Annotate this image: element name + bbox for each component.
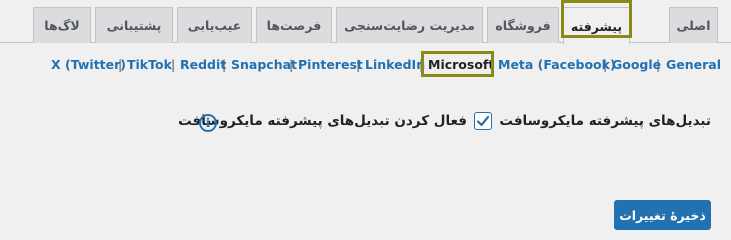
tab-consent-management[interactable]: مدیریت رضایت‌سنجی — [336, 7, 483, 43]
checkbox-label[interactable]: فعال کردن تبدیل‌های پیشرفته مایکروسافت — [178, 113, 467, 129]
enhanced-conversions-checkbox[interactable] — [474, 112, 492, 130]
tab-support[interactable]: پشتیبانی — [95, 7, 173, 43]
subnav-google[interactable]: Google — [612, 57, 661, 72]
save-changes-button[interactable]: ذخیرهٔ تغییرات — [614, 200, 711, 230]
subnav-tiktok[interactable]: TikTok — [127, 57, 172, 72]
tab-advanced[interactable]: پیشرفته — [563, 7, 630, 44]
subnav-x-twitter[interactable]: X (Twitter) — [51, 57, 126, 72]
settings-page: اصلی پیشرفته فروشگاه مدیریت رضایت‌سنجی ف… — [0, 0, 731, 230]
tab-logs[interactable]: لاگ‌ها — [33, 7, 91, 43]
sub-navigation: General | Google | Meta (Facebook) Micro… — [0, 57, 731, 75]
checkmark-icon — [476, 115, 490, 127]
subnav-reddit[interactable]: Reddit — [180, 57, 226, 72]
info-icon[interactable]: i — [199, 114, 217, 132]
subnav-meta[interactable]: Meta (Facebook) — [498, 57, 616, 72]
tab-diagnostics[interactable]: عیب‌یابی — [177, 7, 252, 43]
tab-opportunities[interactable]: فرصت‌ها — [256, 7, 332, 43]
subnav-general[interactable]: General — [666, 57, 721, 72]
subnav-pinterest[interactable]: Pinterest — [298, 57, 363, 72]
setting-label: تبدیل‌های پیشرفته مایکروسافت — [499, 113, 711, 129]
subnav-snapchat[interactable]: Snapchat — [231, 57, 297, 72]
subnav-linkedin[interactable]: LinkedIn — [365, 57, 425, 72]
tab-main[interactable]: اصلی — [669, 7, 718, 43]
main-tab-bar: اصلی پیشرفته فروشگاه مدیریت رضایت‌سنجی ف… — [0, 6, 731, 44]
tab-store[interactable]: فروشگاه — [487, 7, 559, 43]
subnav-microsoft[interactable]: Microsoft — [428, 57, 494, 72]
